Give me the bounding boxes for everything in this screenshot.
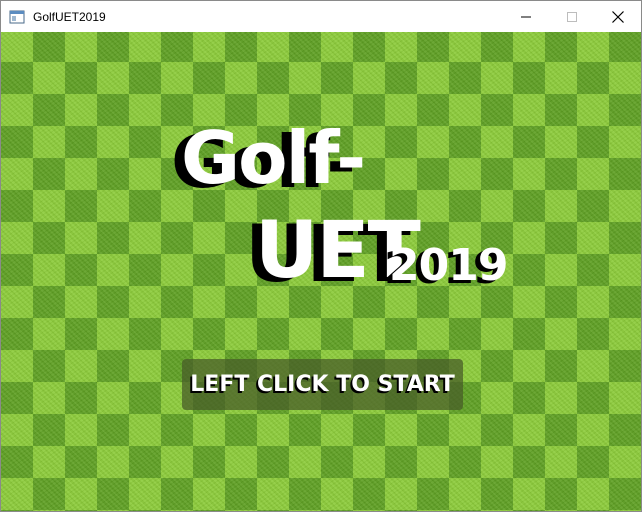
app-window: GolfUET2019 Golf- UET 2019 LEFT CLICK TO…: [0, 0, 642, 512]
maximize-icon: [567, 11, 577, 22]
start-button[interactable]: LEFT CLICK TO START: [182, 359, 463, 410]
close-icon: [612, 10, 624, 23]
start-button-label: LEFT CLICK TO START: [190, 372, 455, 397]
window-controls: [503, 1, 641, 32]
window-title: GolfUET2019: [33, 9, 106, 24]
maximize-button[interactable]: [549, 1, 595, 32]
minimize-icon: [521, 16, 531, 17]
game-logo-year: 2019: [389, 240, 508, 291]
close-button[interactable]: [595, 1, 641, 32]
title-bar[interactable]: GolfUET2019: [1, 1, 641, 32]
game-logo-golf: Golf-: [181, 116, 366, 200]
minimize-button[interactable]: [503, 1, 549, 32]
app-icon: [9, 10, 25, 23]
game-canvas[interactable]: Golf- UET 2019 LEFT CLICK TO START: [1, 32, 641, 511]
